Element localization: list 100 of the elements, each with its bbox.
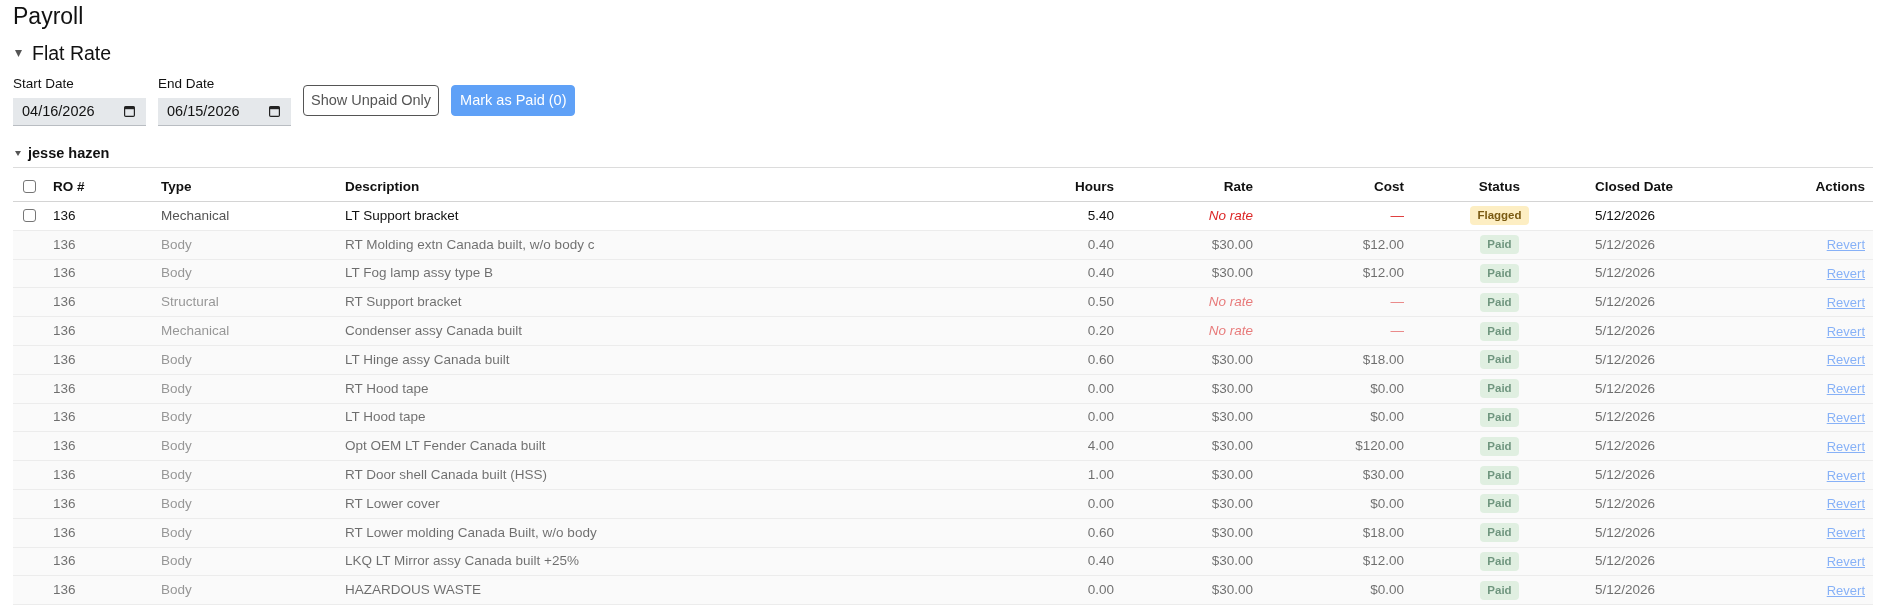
column-header: Actions	[1740, 167, 1873, 202]
table-cell: 0.20	[1000, 316, 1122, 346]
revert-link[interactable]: Revert	[1826, 294, 1865, 310]
group-heading[interactable]: jesse hazen	[13, 142, 110, 164]
table-cell: LKQ LT Mirror assy Canada built +25%	[337, 547, 1000, 576]
table-cell: 5/12/2026	[1587, 201, 1740, 231]
table-cell: 0.40	[1000, 230, 1122, 260]
section-heading[interactable]: Flat Rate	[13, 39, 112, 67]
table-cell: 0.40	[1000, 259, 1122, 288]
table-cell: —	[1261, 201, 1412, 231]
table-cell: Body	[153, 403, 337, 432]
table-cell: $30.00	[1122, 431, 1261, 461]
table-cell: 136	[45, 230, 153, 260]
status-badge: Paid	[1480, 436, 1519, 456]
revert-link[interactable]: Revert	[1826, 467, 1865, 483]
table-cell: 5/12/2026	[1587, 547, 1740, 576]
table-cell: 5/12/2026	[1587, 518, 1740, 548]
table-cell: 5/12/2026	[1587, 431, 1740, 461]
table-cell: 0.60	[1000, 345, 1122, 375]
column-header: Cost	[1261, 167, 1412, 202]
date-field[interactable]: 04/16/2026	[13, 98, 146, 126]
table-cell: 136	[45, 374, 153, 404]
revert-link[interactable]: Revert	[1826, 381, 1865, 397]
column-header: Status	[1412, 167, 1587, 202]
table-cell: 0.50	[1000, 287, 1122, 317]
column-header: Closed Date	[1587, 167, 1740, 202]
table-cell: 0.00	[1000, 403, 1122, 432]
field-label: End Date	[158, 75, 216, 93]
status-badge: Paid	[1480, 235, 1519, 255]
row-checkbox[interactable]	[22, 209, 36, 223]
table-cell: No rate	[1122, 201, 1261, 231]
table-cell: Body	[153, 230, 337, 260]
column-header: Hours	[1000, 167, 1122, 202]
table-cell: $0.00	[1261, 575, 1412, 605]
revert-link[interactable]: Revert	[1826, 496, 1865, 512]
mark-paid-button[interactable]: Mark as Paid (0)	[451, 85, 576, 116]
table-cell: Body	[153, 575, 337, 605]
status-badge: Paid	[1480, 465, 1519, 485]
table-cell: 5/12/2026	[1587, 345, 1740, 375]
column-header: RO #	[45, 167, 153, 202]
revert-link[interactable]: Revert	[1826, 525, 1865, 541]
status-badge: Paid	[1480, 551, 1519, 571]
table-cell: 0.00	[1000, 489, 1122, 519]
table-cell: 136	[45, 460, 153, 490]
table-cell: $0.00	[1261, 403, 1412, 432]
table-cell: 136	[45, 403, 153, 432]
table-cell: Body	[153, 345, 337, 375]
revert-link[interactable]: Revert	[1826, 409, 1865, 425]
revert-link[interactable]: Revert	[1826, 323, 1865, 339]
calendar-icon[interactable]	[124, 106, 135, 117]
revert-link[interactable]: Revert	[1826, 438, 1865, 454]
table-cell: 136	[45, 201, 153, 231]
revert-link[interactable]: Revert	[1826, 237, 1865, 253]
table-cell: LT Support bracket	[337, 201, 1000, 231]
table-cell: Body	[153, 460, 337, 490]
table-cell: 5/12/2026	[1587, 403, 1740, 432]
table-cell: 5/12/2026	[1587, 259, 1740, 288]
table-cell: Body	[153, 518, 337, 548]
table-cell: Body	[153, 547, 337, 576]
table-cell: 5/12/2026	[1587, 316, 1740, 346]
revert-link[interactable]: Revert	[1826, 582, 1865, 598]
table-cell: Mechanical	[153, 316, 337, 346]
table-cell: 0.40	[1000, 547, 1122, 576]
select-all-checkbox[interactable]	[22, 180, 36, 193]
table-cell: $18.00	[1261, 345, 1412, 375]
table-cell: 136	[45, 287, 153, 317]
table-cell: LT Hood tape	[337, 403, 1000, 432]
table-cell: RT Door shell Canada built (HSS)	[337, 460, 1000, 490]
page-title: Payroll	[13, 2, 85, 31]
table-cell: LT Fog lamp assy type B	[337, 259, 1000, 288]
date-field[interactable]: 06/15/2026	[158, 98, 291, 126]
table-cell: RT Lower molding Canada Built, w/o body	[337, 518, 1000, 548]
table-cell: Condenser assy Canada built	[337, 316, 1000, 346]
table-cell: 136	[45, 547, 153, 576]
filter-toggle-button[interactable]: Show Unpaid Only	[303, 85, 440, 116]
status-badge: Paid	[1480, 264, 1519, 283]
table-cell: 5/12/2026	[1587, 575, 1740, 605]
revert-link[interactable]: Revert	[1826, 266, 1865, 281]
table-cell: 136	[45, 316, 153, 346]
table-cell: $30.00	[1122, 575, 1261, 605]
revert-link[interactable]: Revert	[1826, 553, 1865, 569]
table-cell: Structural	[153, 287, 337, 317]
table-cell: $30.00	[1122, 460, 1261, 490]
status-badge: Paid	[1480, 292, 1519, 312]
table-cell: 136	[45, 518, 153, 548]
status-badge: Paid	[1480, 523, 1519, 543]
revert-link[interactable]: Revert	[1826, 352, 1865, 368]
table-cell: No rate	[1122, 287, 1261, 317]
table-cell: 136	[45, 489, 153, 519]
column-header: Rate	[1122, 167, 1261, 202]
table-cell: LT Hinge assy Canada built	[337, 345, 1000, 375]
column-header: Description	[337, 167, 1000, 202]
calendar-icon[interactable]	[269, 106, 280, 117]
table-cell: $12.00	[1261, 547, 1412, 576]
status-badge: Flagged	[1470, 206, 1529, 226]
table-cell: 136	[45, 345, 153, 375]
table-cell: $30.00	[1261, 460, 1412, 490]
table-cell: Mechanical	[153, 201, 337, 231]
table-cell: Body	[153, 374, 337, 404]
table-cell: $120.00	[1261, 431, 1412, 461]
